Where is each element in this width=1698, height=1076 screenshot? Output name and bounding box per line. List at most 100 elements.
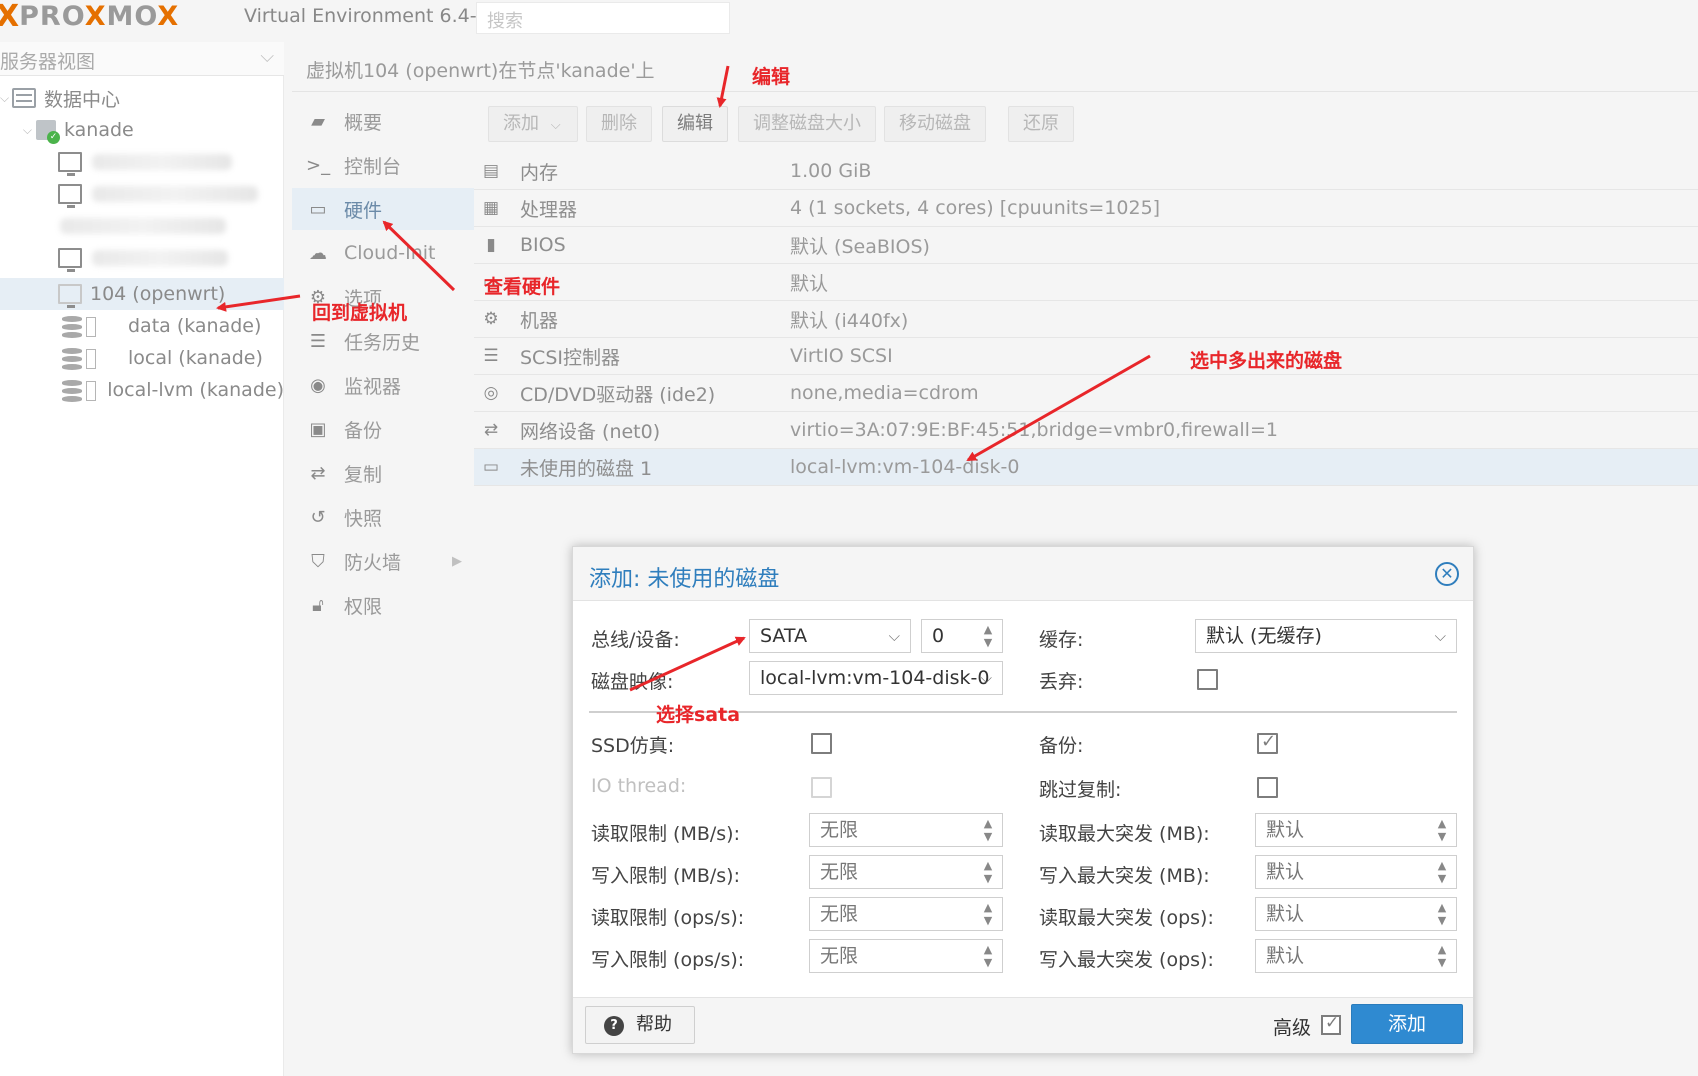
device-index-stepper[interactable]: 0 ▲ ▼ xyxy=(921,619,1003,653)
microchip-icon: ▮ xyxy=(486,235,496,255)
monitor-icon xyxy=(58,152,82,176)
database-icon xyxy=(62,380,96,402)
vm-config-nav: ▰ 概要 >_ 控制台 ▭ 硬件 ☁ Cloud-Init ⚙ 选项 ☰ 任务历史 ◉ 监视器… xyxy=(292,96,474,1076)
nav-summary[interactable]: ▰ 概要 xyxy=(292,100,474,142)
bus-device-label: 总线/设备: xyxy=(591,629,680,651)
book-icon: ▰ xyxy=(311,110,325,132)
database-icon xyxy=(62,316,96,338)
help-button[interactable]: ? 帮助 xyxy=(585,1006,695,1044)
hardware-row-network[interactable]: ⇄ 网络设备 (net0) virtio=3A:07:9E:BF:45:51,bri… xyxy=(474,412,1698,449)
nav-console[interactable]: >_ 控制台 xyxy=(292,144,474,186)
exchange-icon: ⇄ xyxy=(483,420,499,440)
annotation-edit: 编辑 xyxy=(752,66,791,88)
disk-image-label: 磁盘映像: xyxy=(591,671,674,693)
spinner-icon: ▲ ▼ xyxy=(1437,901,1447,927)
chevron-down-icon: ⌵ xyxy=(260,46,274,67)
bus-select[interactable]: SATA ⌵ xyxy=(749,619,911,653)
collapse-icon: ⌵ xyxy=(22,122,32,137)
read-burst-mb-input[interactable]: 默认 ▲ ▼ xyxy=(1255,813,1457,847)
tree-item-vm-104[interactable]: 104 (openwrt) xyxy=(0,278,284,310)
ssd-emulation-label: SSD仿真: xyxy=(591,735,675,757)
nav-cloud-init[interactable]: ☁ Cloud-Init xyxy=(292,232,474,274)
write-limit-mbps-input[interactable]: 无限 ▲ ▼ xyxy=(809,855,1003,889)
add-unused-disk-dialog: 添加: 未使用的磁盘 ✕ 总线/设备: SATA ⌵ 0 ▲ ▼ 缓存: 默认 (无缓… xyxy=(572,546,1474,1054)
close-icon[interactable]: ✕ xyxy=(1435,562,1459,586)
chevron-down-icon: ⌵ xyxy=(1434,627,1446,645)
read-burst-ops-input[interactable]: 默认 ▲ ▼ xyxy=(1255,897,1457,931)
nav-firewall[interactable]: ⛉ 防火墙 ▶ xyxy=(292,540,474,582)
write-burst-mb-input[interactable]: 默认 ▲ ▼ xyxy=(1255,855,1457,889)
cache-select[interactable]: 默认 (无缓存) ⌵ xyxy=(1195,619,1457,653)
nav-hardware[interactable]: ▭ 硬件 xyxy=(292,188,474,230)
hardware-row-display[interactable]: ▭ 默认 xyxy=(474,264,1698,301)
revert-button[interactable]: 还原 xyxy=(1008,106,1074,142)
retweet-icon: ⇄ xyxy=(310,462,326,484)
history-icon: ↺ xyxy=(310,506,326,528)
spinner-icon: ▲ ▼ xyxy=(1437,817,1447,843)
cdrom-icon: ◎ xyxy=(483,383,499,403)
tree-item-storage[interactable]: local-lvm (kanade) xyxy=(0,374,284,406)
discard-label: 丢弃: xyxy=(1039,671,1084,693)
hardware-row-cpu[interactable]: ▦ 处理器 4 (1 sockets, 4 cores) [cpuunits=102… xyxy=(474,190,1698,227)
disk-image-select[interactable]: local-lvm:vm-104-disk-0 ⌵ xyxy=(749,661,1003,695)
search-input[interactable]: 搜索 xyxy=(476,2,730,34)
tree-item-vm-redacted[interactable] xyxy=(0,146,284,178)
add-button[interactable]: 添加 xyxy=(1351,1004,1463,1044)
spinner-icon: ▲ ▼ xyxy=(983,859,993,885)
add-button[interactable]: 添加 ⌵ xyxy=(488,106,578,142)
proxmox-logo: X PROXMOX xyxy=(0,0,180,34)
top-header: X PROXMOX Virtual Environment 6.4-4 搜索 xyxy=(0,0,1698,38)
hardware-row-memory[interactable]: ▤ 内存 1.00 GiB xyxy=(474,153,1698,190)
advanced-checkbox[interactable] xyxy=(1321,1013,1341,1035)
hardware-row-machine[interactable]: ⚙ 机器 默认 (i440fx) xyxy=(474,301,1698,338)
view-selector[interactable]: 服务器视图 ⌵ xyxy=(0,42,284,76)
nav-replication[interactable]: ⇄ 复制 xyxy=(292,452,474,494)
nav-snapshots[interactable]: ↺ 快照 xyxy=(292,496,474,538)
hardware-row-bios[interactable]: ▮ BIOS 默认 (SeaBIOS) xyxy=(474,227,1698,264)
ssd-emulation-checkbox[interactable] xyxy=(811,733,832,754)
resize-disk-button[interactable]: 调整磁盘大小 xyxy=(738,106,876,142)
tree-item-vm-redacted[interactable] xyxy=(0,242,284,274)
write-burst-ops-input[interactable]: 默认 ▲ ▼ xyxy=(1255,939,1457,973)
nav-task-history[interactable]: ☰ 任务历史 xyxy=(292,320,474,362)
read-burst-mb-label: 读取最大突发 (MB): xyxy=(1039,823,1210,845)
dialog-footer: ?帮助 高级 添加 xyxy=(573,997,1473,1053)
hardware-row-cdrom[interactable]: ◎ CD/DVD驱动器 (ide2) none,media=cdrom xyxy=(474,375,1698,412)
remove-button[interactable]: 删除 xyxy=(586,106,652,142)
edit-button[interactable]: 编辑 xyxy=(662,106,728,142)
nav-backup[interactable]: ▣ 备份 xyxy=(292,408,474,450)
monitor-icon xyxy=(58,248,82,272)
spinner-icon: ▲ ▼ xyxy=(983,623,993,649)
tree-item-storage[interactable]: data (kanade) xyxy=(0,310,284,342)
skip-replication-label: 跳过复制: xyxy=(1039,779,1122,801)
write-burst-mb-label: 写入最大突发 (MB): xyxy=(1039,865,1210,887)
spinner-icon: ▲ ▼ xyxy=(1437,943,1447,969)
hardware-row-unused-disk[interactable]: ▭ 未使用的磁盘 1 local-lvm:vm-104-disk-0 xyxy=(474,449,1698,486)
chevron-down-icon: ⌵ xyxy=(980,669,992,687)
annotation-select-disk: 选中多出来的磁盘 xyxy=(1190,350,1343,372)
chevron-down-icon: ⌵ xyxy=(550,118,561,133)
write-limit-ops-label: 写入限制 (ops/s): xyxy=(591,949,745,971)
read-limit-ops-input[interactable]: 无限 ▲ ▼ xyxy=(809,897,1003,931)
tree-item-vm-redacted[interactable] xyxy=(0,210,284,242)
cloud-icon: ☁ xyxy=(309,242,327,264)
resource-tree: 服务器视图 ⌵ ⌵ 数据中心 ⌵ ✓ kanade 104 (openwrt) … xyxy=(0,42,284,1076)
backup-checkbox[interactable] xyxy=(1257,731,1278,754)
cpu-icon: ▦ xyxy=(482,198,500,218)
memory-icon: ▤ xyxy=(482,161,500,181)
write-limit-ops-input[interactable]: 无限 ▲ ▼ xyxy=(809,939,1003,973)
write-limit-mbps-label: 写入限制 (MB/s): xyxy=(591,865,740,887)
unlock-icon: 🔓︎ xyxy=(312,594,324,616)
skip-replication-checkbox[interactable] xyxy=(1257,777,1278,798)
tree-item-node[interactable]: ⌵ ✓ kanade xyxy=(0,114,284,146)
read-limit-mbps-input[interactable]: 无限 ▲ ▼ xyxy=(809,813,1003,847)
move-disk-button[interactable]: 移动磁盘 xyxy=(884,106,986,142)
nav-permissions[interactable]: 🔓︎ 权限 xyxy=(292,584,474,626)
discard-checkbox[interactable] xyxy=(1197,669,1218,690)
hardware-row-scsi-controller[interactable]: ☰ SCSI控制器 VirtIO SCSI xyxy=(474,338,1698,375)
iothread-checkbox[interactable] xyxy=(811,777,832,798)
tree-item-vm-redacted[interactable] xyxy=(0,178,284,210)
tree-item-storage[interactable]: local (kanade) xyxy=(0,342,284,374)
tree-item-datacenter[interactable]: ⌵ 数据中心 xyxy=(0,82,284,114)
nav-monitor[interactable]: ◉ 监视器 xyxy=(292,364,474,406)
